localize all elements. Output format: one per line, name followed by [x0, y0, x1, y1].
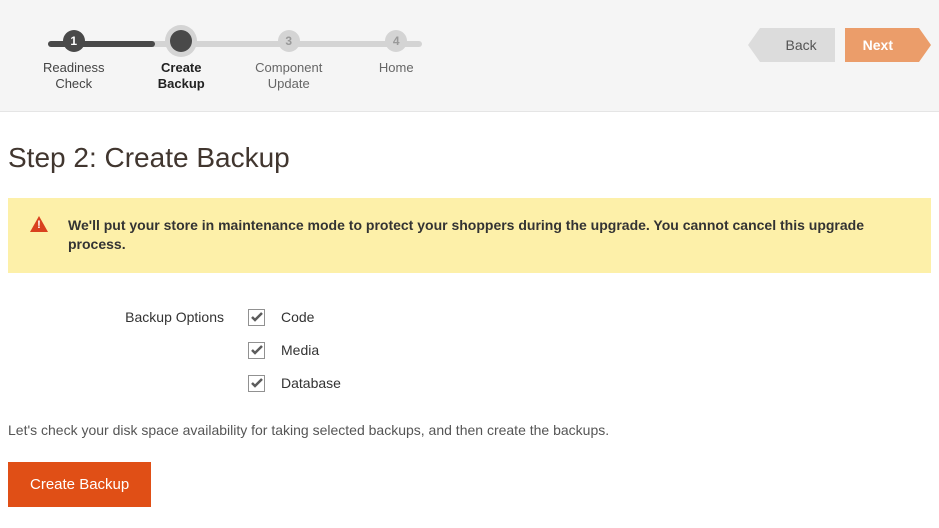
- backup-options-fields: Code Media Database: [248, 309, 931, 392]
- warning-notice: We'll put your store in maintenance mode…: [8, 198, 931, 273]
- backup-options-row: Backup Options Code Media Database: [8, 309, 931, 392]
- checkbox-label: Media: [281, 342, 319, 358]
- backup-option-media: Media: [248, 342, 931, 359]
- backup-options-label: Backup Options: [8, 309, 248, 325]
- create-backup-button[interactable]: Create Backup: [8, 462, 151, 507]
- step-node-4: 4: [385, 30, 407, 52]
- step-indicator: 1 ReadinessCheck CreateBackup 3 Componen…: [20, 30, 450, 93]
- back-button[interactable]: Back: [760, 28, 835, 62]
- step-node-1: 1: [63, 30, 85, 52]
- step-component-update: 3 ComponentUpdate: [235, 30, 343, 93]
- step-home: 4 Home: [343, 30, 451, 76]
- page-title: Step 2: Create Backup: [8, 142, 931, 174]
- wizard-header: 1 ReadinessCheck CreateBackup 3 Componen…: [0, 0, 939, 112]
- warning-text: We'll put your store in maintenance mode…: [68, 216, 911, 255]
- checkbox-database[interactable]: [248, 375, 265, 392]
- checkbox-media[interactable]: [248, 342, 265, 359]
- step-label: CreateBackup: [128, 60, 236, 93]
- step-readiness-check: 1 ReadinessCheck: [20, 30, 128, 93]
- next-button[interactable]: Next: [845, 28, 919, 62]
- step-label: Home: [343, 60, 451, 76]
- helper-text: Let's check your disk space availability…: [8, 422, 931, 438]
- checkbox-label: Database: [281, 375, 341, 391]
- wizard-nav: Back Next: [760, 28, 919, 62]
- step-label: ReadinessCheck: [20, 60, 128, 93]
- step-node-3: 3: [278, 30, 300, 52]
- backup-option-code: Code: [248, 309, 931, 326]
- backup-option-database: Database: [248, 375, 931, 392]
- step-create-backup: CreateBackup: [128, 30, 236, 93]
- main-content: Step 2: Create Backup We'll put your sto…: [0, 112, 939, 527]
- step-label: ComponentUpdate: [235, 60, 343, 93]
- checkbox-code[interactable]: [248, 309, 265, 326]
- step-node-2: [170, 30, 192, 52]
- checkbox-label: Code: [281, 309, 314, 325]
